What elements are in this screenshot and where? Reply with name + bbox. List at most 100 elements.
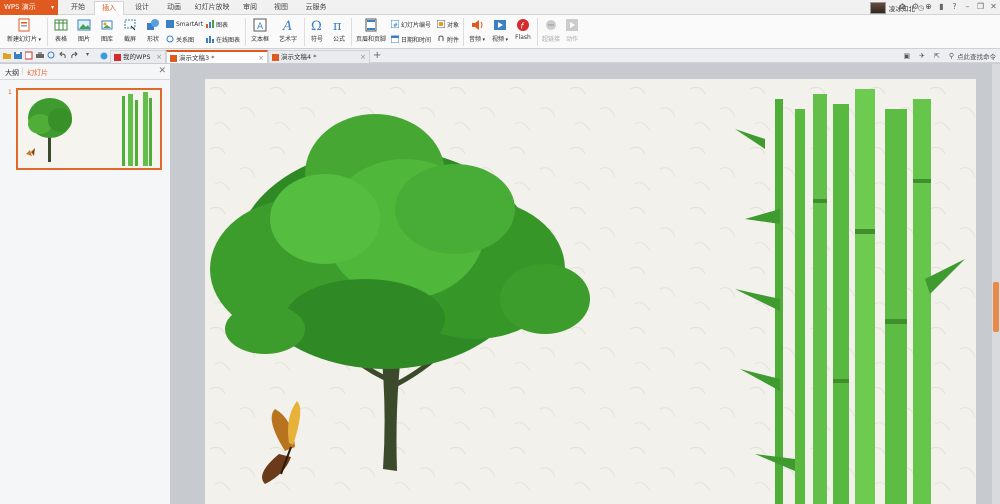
export-pdf-icon[interactable] — [25, 51, 33, 60]
textbox-button[interactable]: A 文本框 — [248, 18, 272, 43]
tab-label: 演示文稿4 * — [281, 53, 317, 61]
print-icon[interactable] — [36, 51, 44, 60]
close-icon[interactable]: ✕ — [158, 66, 166, 76]
omega-icon: Ω — [311, 19, 322, 32]
attachment-button[interactable]: 附件 — [437, 34, 459, 44]
close-icon[interactable]: ✕ — [989, 1, 998, 13]
screenshot-label: 截屏 — [123, 36, 136, 43]
wps-logo-icon — [114, 54, 121, 61]
comment-icon[interactable]: ▣ — [903, 52, 910, 60]
formula-button[interactable]: π 公式 — [330, 18, 348, 43]
table-button[interactable]: 表格 — [50, 18, 72, 43]
add-tab-button[interactable]: + — [373, 50, 381, 62]
skin-icon[interactable]: ✿ — [898, 1, 907, 13]
menu-tab-view[interactable]: 视图 — [267, 1, 295, 15]
svg-text:Ω: Ω — [311, 19, 322, 32]
svg-text:π: π — [333, 19, 342, 32]
textbox-label: 文本框 — [250, 36, 269, 43]
table-icon — [54, 19, 68, 31]
slide-number-button[interactable]: # 幻灯片编号 — [391, 19, 431, 29]
menu-tab-cloud[interactable]: 云服务 — [300, 1, 332, 15]
hyperlink-label: 超链接 — [541, 36, 560, 43]
print-preview-icon[interactable] — [47, 51, 55, 60]
symbol-label: 符号 — [310, 36, 323, 43]
header-footer-button[interactable]: 页眉和页脚 — [354, 18, 388, 43]
bookmark-icon[interactable]: ▮ — [937, 1, 946, 13]
minimize-icon[interactable]: – — [963, 1, 972, 13]
tab-slides[interactable]: 幻灯片 — [27, 68, 48, 78]
tab-presentation-3[interactable]: 演示文稿3 * × — [166, 50, 268, 63]
menu-tab-home[interactable]: 开始 — [63, 1, 93, 15]
slide-number: 1 — [8, 89, 12, 96]
object-label: 对象 — [447, 21, 460, 29]
gallery-label: 图库 — [100, 36, 113, 43]
save-icon[interactable] — [14, 51, 22, 60]
relation-label: 关系图 — [176, 36, 195, 44]
pin-icon[interactable]: ✈ — [919, 52, 925, 60]
menu-tab-animation[interactable]: 动画 — [159, 1, 189, 15]
restore-icon[interactable]: ❐ — [976, 1, 985, 13]
close-icon[interactable]: × — [360, 51, 366, 63]
tab-presentation-4[interactable]: 演示文稿4 * × — [268, 50, 370, 63]
action-button[interactable]: 动作 — [563, 18, 581, 43]
pi-icon: π — [333, 19, 342, 32]
relation-icon — [166, 35, 174, 43]
hyperlink-button[interactable]: 超链接 — [540, 18, 562, 43]
smartart-label: SmartArt — [176, 20, 204, 28]
calendar-icon — [391, 35, 399, 43]
slide-canvas[interactable] — [205, 79, 976, 504]
chart-button[interactable]: 图表 — [206, 19, 228, 29]
menu-tab-insert[interactable]: 插入 — [94, 1, 124, 15]
online-chart-button[interactable]: 在线图表 — [206, 34, 240, 44]
slide-thumbnail-1[interactable] — [16, 88, 162, 170]
menu-tab-design[interactable]: 设计 — [127, 1, 157, 15]
shape-button[interactable]: 形状 — [142, 18, 164, 43]
symbol-button[interactable]: Ω 符号 — [307, 18, 327, 43]
divider: | — [21, 67, 24, 75]
header-footer-label: 页眉和页脚 — [355, 36, 386, 43]
help-icon[interactable]: ? — [950, 1, 959, 13]
wordart-button[interactable]: A 艺术字 — [275, 18, 301, 43]
relation-chart-button[interactable]: 关系图 — [166, 34, 194, 44]
gear-icon[interactable]: ⚙ — [911, 1, 920, 13]
search-placeholder: 点此查找命令 — [957, 53, 996, 61]
document-tabs-bar: ▾ 我的WPS × 演示文稿3 * × 演示文稿4 * × + ▣ ✈ ⇱ ⚲ … — [0, 49, 1000, 63]
share-icon[interactable]: ⊕ — [924, 1, 933, 13]
open-folder-icon[interactable] — [3, 51, 11, 60]
object-button[interactable]: 对象 — [437, 19, 459, 29]
tab-label: 演示文稿3 * — [179, 54, 215, 62]
smartart-button[interactable]: SmartArt — [166, 19, 203, 29]
menu-tab-slideshow[interactable]: 幻灯片放映 — [190, 1, 234, 15]
flash-button[interactable]: f Flash — [512, 18, 534, 41]
wordart-label: 艺术字 — [278, 36, 297, 43]
menu-tab-review[interactable]: 审阅 — [236, 1, 264, 15]
datetime-button[interactable]: 日期和时间 — [391, 34, 431, 44]
undo-icon[interactable] — [59, 51, 67, 60]
gallery-button[interactable]: 图库 — [96, 18, 118, 43]
wps-app-menu-button[interactable]: WPS 演示 ▾ — [0, 0, 58, 15]
slides-panel: 大纲 | 幻灯片 ✕ 1 — [0, 64, 171, 504]
new-slide-button[interactable]: 新建幻灯片 ▾ — [4, 18, 44, 43]
paperclip-icon — [438, 35, 444, 41]
cloud-icon[interactable] — [100, 51, 108, 60]
redo-icon[interactable] — [70, 51, 78, 60]
tab-outline[interactable]: 大纲 — [5, 68, 19, 78]
close-icon[interactable]: × — [258, 52, 264, 64]
scrollbar-handle[interactable] — [993, 282, 999, 332]
command-search[interactable]: ▣ ✈ ⇱ ⚲ 点此查找命令 — [903, 51, 996, 61]
screenshot-button[interactable]: 截屏 — [119, 18, 141, 43]
action-label: 动作 — [565, 36, 578, 43]
video-icon — [494, 20, 506, 30]
audio-button[interactable]: 音频 ▾ — [466, 18, 488, 43]
collapse-ribbon-icon[interactable]: ⇱ — [934, 52, 940, 60]
close-icon[interactable]: × — [156, 51, 162, 63]
vertical-scrollbar[interactable] — [992, 64, 1000, 504]
video-button[interactable]: 视频 ▾ — [489, 18, 511, 43]
divider — [537, 18, 538, 46]
formula-label: 公式 — [332, 36, 345, 43]
tab-my-wps[interactable]: 我的WPS × — [110, 50, 166, 63]
chevron-down-icon[interactable]: ▾ — [86, 51, 94, 60]
picture-button[interactable]: 图片 — [73, 18, 95, 43]
divider — [245, 18, 246, 46]
slide-content — [205, 79, 976, 504]
